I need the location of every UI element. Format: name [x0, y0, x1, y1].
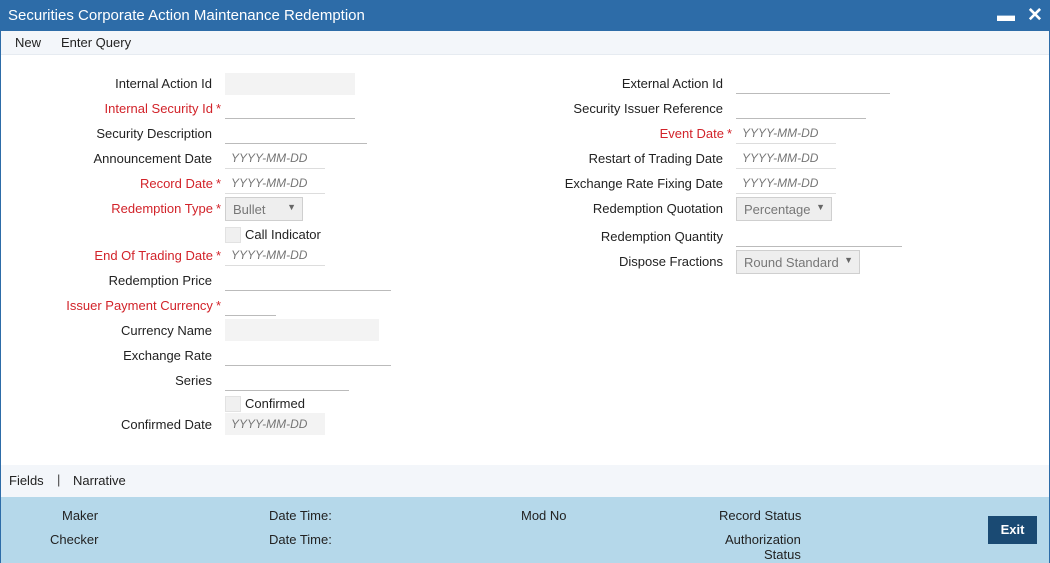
announcement-date-label: Announcement Date	[93, 151, 212, 166]
redemption-quotation-select[interactable]: Percentage ▼	[736, 197, 832, 221]
internal-security-id-field[interactable]	[225, 97, 355, 119]
maker-date-time-label: Date Time:	[269, 508, 332, 523]
confirmed-checkbox[interactable]	[225, 396, 241, 412]
checker-label: Checker	[50, 532, 99, 547]
dispose-fractions-value: Round Standard	[744, 255, 839, 270]
redemption-quotation-label: Redemption Quotation	[592, 201, 723, 216]
external-action-id-field[interactable]	[736, 72, 890, 94]
redemption-price-label: Redemption Price	[108, 273, 212, 288]
event-date-field[interactable]	[736, 122, 836, 144]
end-of-trading-date-field[interactable]	[225, 244, 325, 266]
confirmed-date-label: Confirmed Date	[120, 417, 212, 432]
close-icon[interactable]: ✕	[1025, 4, 1045, 26]
redemption-quantity-field[interactable]	[736, 225, 902, 247]
title-bar: Securities Corporate Action Maintenance …	[1, 1, 1049, 31]
dispose-fractions-label: Dispose Fractions	[618, 254, 723, 269]
chevron-down-icon: ▼	[844, 255, 853, 265]
chevron-down-icon: ▼	[287, 202, 296, 212]
restart-of-trading-date-field[interactable]	[736, 147, 836, 169]
call-indicator-label: Call Indicator	[245, 227, 321, 242]
exchange-rate-field[interactable]	[225, 344, 391, 366]
minimize-icon[interactable]: ▬	[997, 5, 1015, 25]
announcement-date-field[interactable]	[225, 147, 325, 169]
end-of-trading-date-label: End Of Trading Date *	[94, 248, 221, 263]
redemption-window: Securities Corporate Action Maintenance …	[0, 0, 1050, 563]
record-status-label: Record Status	[719, 508, 802, 523]
record-date-label: Record Date *	[139, 176, 221, 191]
maker-label: Maker	[62, 508, 99, 523]
exchange-rate-fixing-date-label: Exchange Rate Fixing Date	[564, 176, 723, 191]
separator: |	[57, 472, 61, 487]
series-label: Series	[175, 373, 212, 388]
call-indicator-checkbox[interactable]	[225, 227, 241, 243]
exchange-rate-fixing-date-field[interactable]	[736, 172, 836, 194]
redemption-type-label: Redemption Type *	[111, 201, 221, 216]
new-menu-item[interactable]: New	[15, 35, 41, 50]
internal-action-id-field	[225, 73, 355, 95]
mod-no-label: Mod No	[521, 508, 567, 523]
chevron-down-icon: ▼	[816, 202, 825, 212]
window-title: Securities Corporate Action Maintenance …	[8, 7, 365, 24]
internal-action-id-label: Internal Action Id	[115, 76, 212, 91]
security-description-label: Security Description	[96, 126, 212, 141]
redemption-type-value: Bullet	[233, 202, 266, 217]
authorization-status-label-line1: Authorization	[725, 532, 801, 547]
checker-date-time-label: Date Time:	[269, 532, 332, 547]
security-description-field[interactable]	[225, 122, 367, 144]
sub-toolbar: Fields | Narrative	[1, 465, 1049, 497]
menu-bar: New Enter Query	[1, 31, 1049, 55]
redemption-type-select[interactable]: Bullet ▼	[225, 197, 303, 221]
redemption-quotation-value: Percentage	[744, 202, 811, 217]
confirmed-label: Confirmed	[245, 396, 305, 411]
series-field[interactable]	[225, 369, 349, 391]
security-issuer-reference-field[interactable]	[736, 97, 866, 119]
issuer-payment-currency-field[interactable]	[225, 294, 276, 316]
authorization-status-label-line2: Status	[764, 547, 801, 562]
audit-footer: Maker Date Time: Mod No Record Status Ch…	[1, 497, 1049, 563]
fields-link[interactable]: Fields	[9, 473, 44, 488]
exit-button[interactable]: Exit	[988, 516, 1037, 544]
internal-security-id-label: Internal Security Id *	[104, 101, 221, 116]
restart-of-trading-date-label: Restart of Trading Date	[588, 151, 723, 166]
record-date-field[interactable]	[225, 172, 325, 194]
narrative-link[interactable]: Narrative	[73, 473, 126, 488]
external-action-id-label: External Action Id	[621, 76, 723, 91]
confirmed-date-field	[225, 413, 325, 435]
redemption-price-field[interactable]	[225, 269, 391, 291]
security-issuer-reference-label: Security Issuer Reference	[573, 101, 723, 116]
dispose-fractions-select[interactable]: Round Standard ▼	[736, 250, 860, 274]
issuer-payment-currency-label: Issuer Payment Currency *	[66, 298, 221, 313]
redemption-quantity-label: Redemption Quantity	[600, 229, 723, 244]
event-date-label: Event Date *	[659, 126, 732, 141]
enter-query-menu-item[interactable]: Enter Query	[61, 35, 131, 50]
exchange-rate-label: Exchange Rate	[123, 348, 212, 363]
currency-name-label: Currency Name	[120, 323, 212, 338]
currency-name-field	[225, 319, 379, 341]
